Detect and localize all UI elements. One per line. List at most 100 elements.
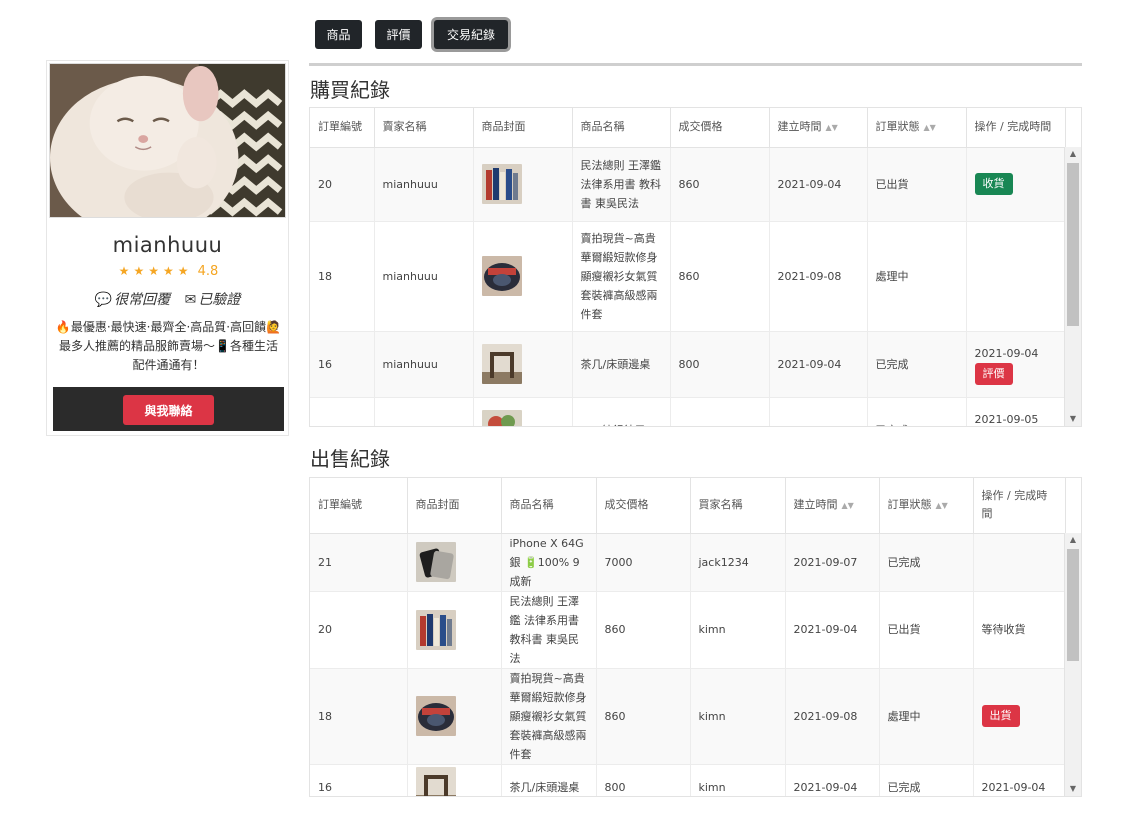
created-time: 2021-09-07 xyxy=(785,532,880,591)
product-name[interactable]: 賣拍現貨~高貴華爾緞短款修身顯瘦襯衫女氣質套裝褲高級感兩件套 xyxy=(501,667,597,764)
order-id: 20 xyxy=(310,146,375,221)
col-order-id: 訂單編號 xyxy=(310,108,375,148)
sort-icon[interactable]: ▲▼ xyxy=(842,501,854,510)
action-cell: 2021-09-04 xyxy=(973,763,1066,796)
product-cover[interactable] xyxy=(473,220,573,331)
star-icon: ★ xyxy=(133,264,145,278)
order-id: 18 xyxy=(310,667,408,764)
sort-icon[interactable]: ▲▼ xyxy=(924,123,936,132)
tab-products[interactable]: 商品 xyxy=(315,20,362,49)
order-status: 處理中 xyxy=(879,667,974,764)
col-created-time[interactable]: 建立時間 ▲▼ xyxy=(785,478,880,534)
scroll-thumb[interactable] xyxy=(1067,163,1079,326)
created-time: 2021-09-04 xyxy=(769,330,868,397)
product-name[interactable]: 茶几/床頭邊桌 xyxy=(501,763,597,796)
price: 7000 xyxy=(596,532,691,591)
books-thumbnail[interactable] xyxy=(481,164,522,204)
tab-transactions[interactable]: 交易紀錄 xyxy=(434,20,508,49)
star-icon: ★ xyxy=(177,264,189,278)
col-product-cover: 商品封面 xyxy=(473,108,573,148)
review-button[interactable]: 評價 xyxy=(974,362,1013,385)
sales-table: 訂單編號 商品封面 商品名稱 成交價格 買家名稱 建立時間 ▲▼ 訂單狀態 ▲▼ 操… xyxy=(310,478,1066,796)
sales-records-table[interactable]: 訂單編號 商品封面 商品名稱 成交價格 買家名稱 建立時間 ▲▼ 訂單狀態 ▲▼ 操… xyxy=(309,477,1082,797)
cat-photo xyxy=(50,64,285,217)
purchase-records-table[interactable]: 訂單編號 賣家名稱 商品封面 商品名稱 成交價格 建立時間 ▲▼ 訂單狀態 ▲▼ 操… xyxy=(309,107,1082,427)
sales-scrollbar[interactable]: ▲ ▼ xyxy=(1064,533,1081,796)
product-name[interactable]: 民法總則 王澤鑑 法律系用書 教科書 東吳民法 xyxy=(572,146,671,221)
tab-reviews[interactable]: 評價 xyxy=(375,20,422,49)
product-name[interactable]: 賣拍現貨~高貴華爾緞短款修身顯瘦襯衫女氣質套裝褲高級感兩件套 xyxy=(572,220,671,331)
column-label: 建立時間 xyxy=(793,497,838,511)
seller-name: mianhuuu xyxy=(374,396,474,426)
table-thumbnail[interactable] xyxy=(481,344,522,384)
flowers-thumbnail[interactable] xyxy=(481,410,522,426)
col-price: 成交價格 xyxy=(670,108,770,148)
product-cover[interactable] xyxy=(407,532,502,591)
product-name[interactable]: 民法總則 王澤鑑 法律系用書 教科書 東吳民法 xyxy=(501,590,597,668)
dress-thumbnail[interactable] xyxy=(415,696,456,736)
table-row: 20 mianhuuu 民法總則 王澤鑑 法律系用書 教科書 東吳民法 860 … xyxy=(310,146,1066,221)
avatar xyxy=(49,63,286,218)
contact-seller-button[interactable]: 與我聯絡 xyxy=(123,395,214,425)
product-cover[interactable] xyxy=(473,396,573,426)
seller-name: mianhuuu xyxy=(374,146,474,221)
action-cell: 2021-09-05評價 xyxy=(966,396,1066,426)
receive-button[interactable]: 收貨 xyxy=(974,173,1013,195)
col-buyer-name: 買家名稱 xyxy=(690,478,786,534)
star-icon: ★ xyxy=(118,264,130,278)
product-name[interactable]: 925純銀鍊子 xyxy=(572,396,671,426)
seller-rating: ★ ★ ★ ★ ★ 4.8 xyxy=(47,264,288,279)
sort-icon[interactable]: ▲▼ xyxy=(936,501,948,510)
price: 860 xyxy=(670,396,770,426)
col-order-id: 訂單編號 xyxy=(310,478,408,534)
product-cover[interactable] xyxy=(407,667,502,764)
sales-records-title: 出售紀錄 xyxy=(310,447,390,471)
created-time: 2021-09-04 xyxy=(785,763,880,796)
table-row: 18 賣拍現貨~高貴華爾緞短款修身顯瘦襯衫女氣質套裝褲高級感兩件套 860 ki… xyxy=(310,667,1066,764)
price: 860 xyxy=(670,220,770,331)
product-cover[interactable] xyxy=(407,763,502,796)
order-id: 20 xyxy=(310,590,408,668)
purchase-records-title: 購買紀錄 xyxy=(310,78,390,102)
purchase-table: 訂單編號 賣家名稱 商品封面 商品名稱 成交價格 建立時間 ▲▼ 訂單狀態 ▲▼ 操… xyxy=(310,108,1066,426)
order-id: 15 xyxy=(310,396,375,426)
column-label: 訂單狀態 xyxy=(887,497,932,511)
order-status: 已完成 xyxy=(879,763,974,796)
order-id: 21 xyxy=(310,532,408,591)
order-status: 已完成 xyxy=(867,330,967,397)
product-cover[interactable] xyxy=(407,590,502,668)
product-name[interactable]: 茶几/床頭邊桌 xyxy=(572,330,671,397)
product-name[interactable]: iPhone X 64G 銀 🔋100% 9成新 xyxy=(501,532,597,591)
contact-bar: 與我聯絡 xyxy=(53,387,284,431)
table-row: 15 mianhuuu 925純銀鍊子 860 2021-09-04 已完成 2… xyxy=(310,396,1066,426)
price: 860 xyxy=(596,667,691,764)
table-thumbnail[interactable] xyxy=(415,767,456,796)
scroll-thumb[interactable] xyxy=(1067,549,1079,661)
col-created-time[interactable]: 建立時間 ▲▼ xyxy=(769,108,868,148)
col-product-name: 商品名稱 xyxy=(501,478,597,534)
scroll-up-icon[interactable]: ▲ xyxy=(1065,533,1081,547)
ship-button[interactable]: 出貨 xyxy=(981,705,1020,727)
col-price: 成交價格 xyxy=(596,478,691,534)
star-icon: ★ xyxy=(162,264,174,278)
scroll-up-icon[interactable]: ▲ xyxy=(1065,147,1081,161)
col-order-status[interactable]: 訂單狀態 ▲▼ xyxy=(879,478,974,534)
action-cell: 出貨 xyxy=(973,667,1066,764)
order-status: 已出貨 xyxy=(879,590,974,668)
purchase-scrollbar[interactable]: ▲ ▼ xyxy=(1064,147,1081,426)
tab-divider xyxy=(309,63,1082,66)
table-row: 20 民法總則 王澤鑑 法律系用書 教科書 東吳民法 860 kimn 2021… xyxy=(310,590,1066,668)
books-thumbnail[interactable] xyxy=(415,609,456,650)
order-status: 已出貨 xyxy=(867,146,967,221)
star-icon: ★ xyxy=(148,264,159,278)
product-cover[interactable] xyxy=(473,330,573,397)
scroll-down-icon[interactable]: ▼ xyxy=(1065,782,1081,796)
phone-thumbnail[interactable] xyxy=(415,542,456,582)
dress-thumbnail[interactable] xyxy=(481,256,522,296)
order-id: 18 xyxy=(310,220,375,331)
col-order-status[interactable]: 訂單狀態 ▲▼ xyxy=(867,108,967,148)
sort-icon[interactable]: ▲▼ xyxy=(826,123,838,132)
scroll-down-icon[interactable]: ▼ xyxy=(1065,412,1081,426)
badge-label: 已驗證 xyxy=(198,292,241,308)
product-cover[interactable] xyxy=(473,146,573,221)
